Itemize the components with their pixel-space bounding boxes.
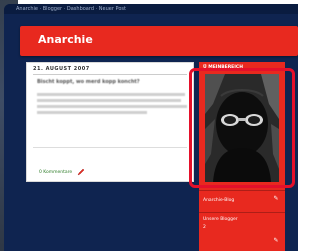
post-date: 21. AUGUST 2007 [33,66,90,72]
blog-title[interactable]: Anarchie [38,33,93,46]
blog-header[interactable]: Anarchie [20,26,298,56]
blogger-count: 2 [203,225,206,230]
photo-frame: Anarchie · Blogger · Dashboard · Neuer P… [0,0,298,251]
post-body-line [37,99,181,102]
divider [33,147,187,148]
post-body-line [37,93,185,96]
sidebar-item-label[interactable]: Unsere Blogger [203,217,238,222]
divider [199,190,285,191]
divider [199,212,285,213]
pencil-icon[interactable] [77,168,85,176]
sidebar-item-unsere-blogger[interactable]: Unsere Blogger [203,217,238,222]
comments-link[interactable]: 0 Kommentare [39,170,72,175]
sidebar-item-value: 2 [203,225,206,230]
divider [33,74,187,75]
post-body-line [37,111,147,114]
post-body-line [37,105,187,108]
browser-top-bar: Anarchie · Blogger · Dashboard · Neuer P… [4,4,298,14]
wrench-icon[interactable]: ✎ [273,238,279,244]
post-title[interactable]: Bischt koppt, wo merd kopp koncht? [37,79,187,85]
sidebar-item-anarchie-blog[interactable]: Anarchie-Blog [203,198,234,203]
sidebar-item-label[interactable]: Anarchie-Blog [203,198,234,203]
highlight-frame [189,68,295,188]
wrench-icon[interactable]: ✎ [273,196,279,202]
post-card: 21. AUGUST 2007 Bischt koppt, wo merd ko… [26,62,194,182]
